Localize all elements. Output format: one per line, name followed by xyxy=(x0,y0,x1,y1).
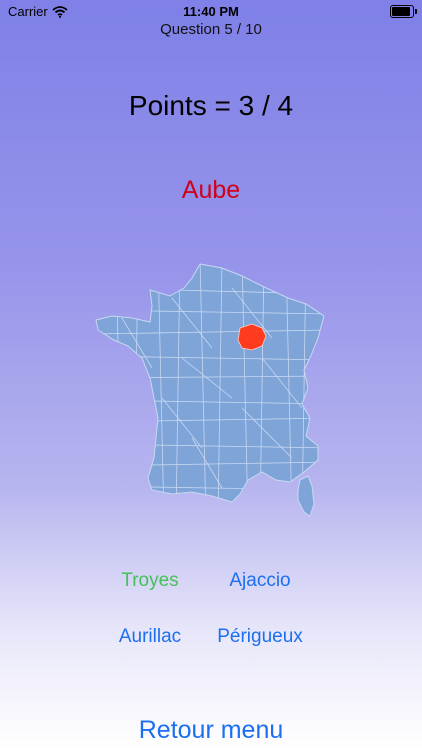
answer-button-2[interactable]: Ajaccio xyxy=(185,570,335,592)
target-department: Aube xyxy=(181,176,241,204)
battery-icon xyxy=(390,5,417,18)
clock: 11:40 PM xyxy=(183,4,239,19)
points-score: Points = 3 / 4 xyxy=(128,90,294,121)
aube-highlight xyxy=(237,323,267,351)
back-to-menu-button[interactable]: Retour menu xyxy=(0,716,422,745)
answer-button-4[interactable]: Périgueux xyxy=(185,626,335,648)
corsica-shape xyxy=(297,475,315,517)
status-bar: Carrier 11:40 PM xyxy=(0,0,422,22)
france-map xyxy=(92,258,332,520)
question-progress: Question 5 / 10 xyxy=(160,21,262,38)
mainland-shape xyxy=(95,263,325,503)
